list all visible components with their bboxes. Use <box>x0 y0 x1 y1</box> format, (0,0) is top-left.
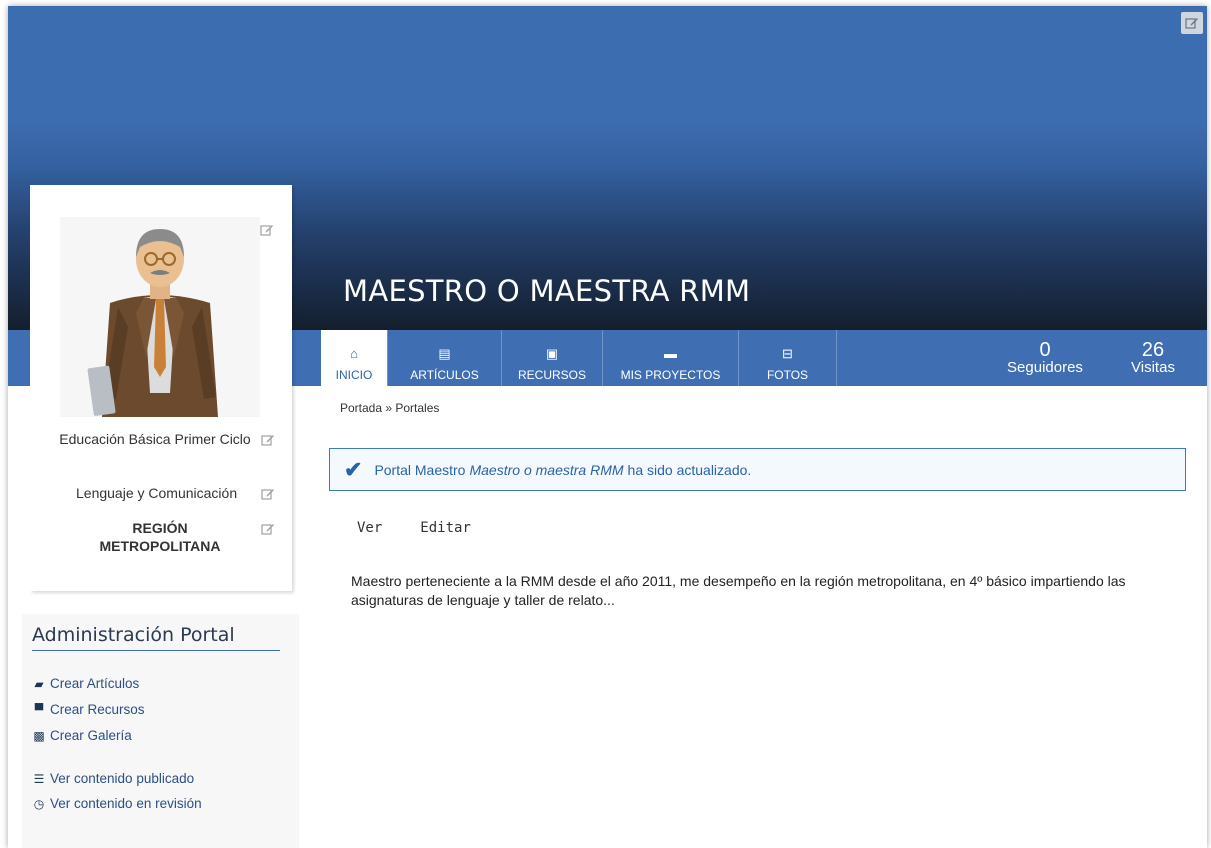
avatar <box>60 217 260 417</box>
tab-label: ARTÍCULOS <box>410 368 479 382</box>
followers-stat[interactable]: 0 Seguidores <box>991 330 1099 386</box>
home-icon: ⌂ <box>350 346 358 361</box>
view-tabs: Ver Editar <box>357 520 509 536</box>
tab-ver[interactable]: Ver <box>357 520 382 536</box>
book-icon: ▰ <box>34 676 44 691</box>
folder-icon: ▬ <box>664 346 677 361</box>
followers-label: Seguidores <box>1007 359 1083 376</box>
tab-label: FOTOS <box>766 368 809 382</box>
create-resources-link[interactable]: ▀ Crear Recursos <box>32 702 145 717</box>
archive-icon: ▣ <box>545 346 559 361</box>
tab-fotos[interactable]: ⊟ FOTOS <box>739 330 837 386</box>
article-icon: ▤ <box>438 346 451 361</box>
tab-recursos[interactable]: ▣ RECURSOS <box>502 330 603 386</box>
tab-inicio[interactable]: ⌂ INICIO <box>321 330 388 386</box>
profile-card: Educación Básica Primer Ciclo Lenguaje y… <box>30 185 292 591</box>
tab-label: MIS PROYECTOS <box>620 368 721 382</box>
edit-subject-icon[interactable] <box>261 487 275 501</box>
alert-suffix: ha sido actualizado. <box>627 461 752 478</box>
archive-icon: ▀ <box>34 702 44 717</box>
portal-stats: 0 Seguidores 26 Visitas <box>991 330 1207 386</box>
admin-title: Administración Portal <box>32 624 280 651</box>
review-content-link[interactable]: ◷ Ver contenido en revisión <box>32 796 202 811</box>
tab-articulos[interactable]: ▤ ARTÍCULOS <box>388 330 502 386</box>
profile-subject: Lenguaje y Comunicación <box>76 485 238 501</box>
published-content-link[interactable]: ☰ Ver contenido publicado <box>32 771 195 786</box>
tab-mis-proyectos[interactable]: ▬ MIS PROYECTOS <box>603 330 739 386</box>
clock-icon: ◷ <box>33 796 45 811</box>
link-label: Crear Recursos <box>50 702 145 717</box>
profile-region: REGIÓN METROPOLITANA <box>99 520 221 554</box>
create-articles-link[interactable]: ▰ Crear Artículos <box>32 676 139 691</box>
visits-label: Visitas <box>1131 359 1175 376</box>
status-alert: ✔ Portal Maestro Maestro o maestra RMM h… <box>329 448 1186 491</box>
portal-frame: MAESTRO O MAESTRA RMM ⌂ INICIO ▤ ARTÍCUL… <box>8 6 1207 848</box>
visits-stat: 26 Visitas <box>1099 330 1207 386</box>
photos-icon: ⊟ <box>782 346 793 361</box>
image-icon: ▩ <box>33 728 45 743</box>
link-label: Ver contenido en revisión <box>50 796 202 811</box>
followers-count: 0 <box>1039 339 1051 361</box>
nav-tabs: ⌂ INICIO ▤ ARTÍCULOS ▣ RECURSOS ▬ MIS PR… <box>321 330 837 386</box>
tab-label: INICIO <box>335 368 373 382</box>
tab-label: RECURSOS <box>517 368 586 382</box>
breadcrumb[interactable]: Portada » Portales <box>340 401 439 415</box>
alert-prefix: Portal Maestro <box>374 461 466 478</box>
teacher-illustration <box>60 217 260 417</box>
visits-count: 26 <box>1141 339 1165 361</box>
list-icon: ☰ <box>33 771 45 786</box>
banner-edit-button[interactable] <box>1181 12 1203 34</box>
link-label: Ver contenido publicado <box>50 771 195 786</box>
link-label: Crear Artículos <box>50 676 140 691</box>
alert-portal-name: Maestro o maestra RMM <box>469 461 624 478</box>
edit-icon <box>1185 18 1198 29</box>
edit-avatar-icon[interactable] <box>260 223 274 237</box>
tab-editar[interactable]: Editar <box>420 520 471 536</box>
admin-panel: Administración Portal ▰ Crear Artículos … <box>22 614 299 848</box>
edit-level-icon[interactable] <box>261 433 275 447</box>
portal-title: MAESTRO O MAESTRA RMM <box>343 274 751 308</box>
profile-level: Educación Básica Primer Ciclo <box>59 431 251 447</box>
edit-region-icon[interactable] <box>261 522 275 536</box>
create-gallery-link[interactable]: ▩ Crear Galería <box>32 728 132 743</box>
check-icon: ✔ <box>344 456 363 482</box>
link-label: Crear Galería <box>50 728 132 743</box>
portal-description: Maestro perteneciente a la RMM desde el … <box>351 573 1126 608</box>
